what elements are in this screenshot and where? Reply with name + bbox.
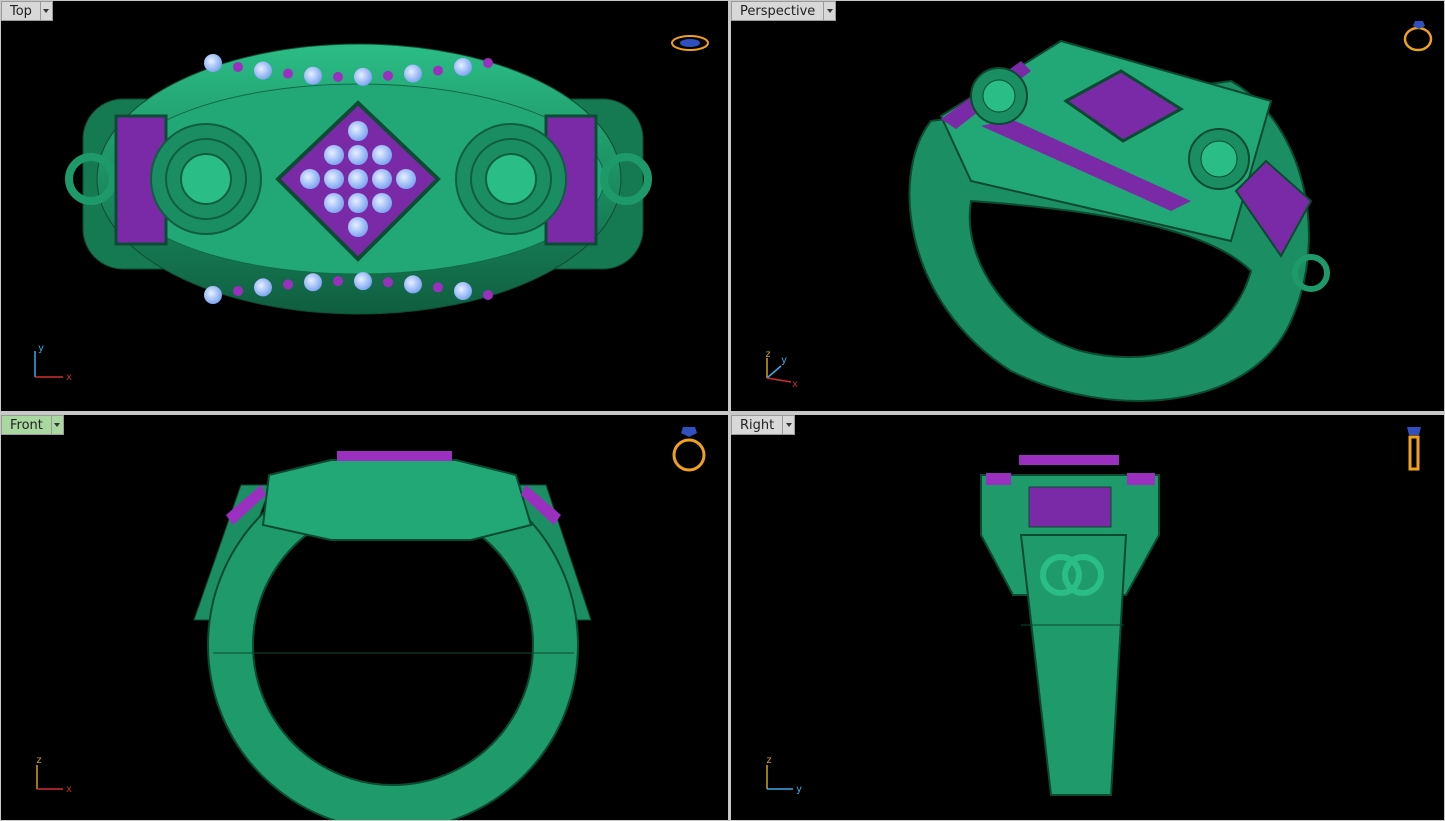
gem-stone — [348, 193, 368, 213]
pave-stone — [283, 68, 293, 79]
pave-stone — [333, 276, 343, 287]
pave-stone — [354, 272, 372, 291]
pave-stone — [454, 57, 472, 76]
pave-stone — [204, 286, 222, 304]
chevron-down-icon[interactable] — [823, 1, 837, 21]
gem-stone — [372, 145, 392, 165]
chevron-down-icon[interactable] — [39, 1, 53, 21]
viewport-perspective[interactable]: Perspective z y x — [731, 1, 1444, 411]
svg-text:z: z — [36, 755, 42, 766]
gem-stone — [348, 145, 368, 165]
svg-text:z: z — [765, 349, 771, 360]
gem-stone — [300, 169, 320, 189]
ring-top-view[interactable] — [1, 1, 728, 411]
pave-stone — [333, 71, 343, 82]
pave-stone — [233, 286, 243, 297]
axis-indicator-top: y x — [34, 343, 72, 383]
axis-indicator-perspective: z y x — [765, 349, 798, 390]
gem-stone — [348, 217, 368, 237]
gem-stone — [372, 193, 392, 213]
gem-stone — [372, 169, 392, 189]
pave-stone — [304, 273, 322, 292]
svg-text:y: y — [38, 343, 44, 354]
pave-stone — [433, 65, 443, 76]
pave-stone — [354, 67, 372, 86]
pave-stone — [433, 282, 443, 293]
axis-indicator-front: z x — [36, 755, 72, 795]
svg-text:y: y — [796, 784, 802, 795]
pave-stone — [254, 278, 272, 297]
gem-stone — [324, 145, 344, 165]
pave-stone — [483, 290, 493, 300]
pave-stone — [204, 54, 222, 72]
viewport-tab-top[interactable]: Top — [1, 1, 53, 21]
viewport-tab-perspective[interactable]: Perspective — [731, 1, 837, 21]
chevron-down-icon[interactable] — [782, 415, 796, 435]
viewport-tab-front[interactable]: Front — [1, 415, 64, 435]
pave-stone — [254, 61, 272, 80]
pave-stone — [404, 275, 422, 294]
viewport-front[interactable]: Front z x — [1, 415, 728, 820]
ring-perspective-view[interactable] — [731, 1, 1444, 411]
axis-indicator-right: z y — [766, 755, 802, 795]
chevron-down-icon[interactable] — [50, 415, 64, 435]
pave-stone — [454, 282, 472, 301]
pave-stone — [233, 61, 243, 72]
viewport-tab-label: Right — [731, 415, 783, 435]
viewport-top[interactable]: Top y x — [1, 1, 728, 411]
pave-stone — [404, 64, 422, 83]
viewport-right[interactable]: Right z y — [731, 415, 1444, 820]
ring-front-orientation-icon — [672, 427, 706, 472]
ring-perspective-orientation-icon — [1403, 21, 1433, 52]
svg-text:z: z — [766, 755, 772, 766]
gem-stone — [324, 169, 344, 189]
pave-stone — [483, 58, 493, 68]
pave-stone — [383, 277, 393, 288]
svg-text:x: x — [66, 784, 72, 795]
svg-text:y: y — [781, 355, 787, 366]
svg-text:x: x — [66, 372, 72, 383]
svg-text:x: x — [792, 379, 798, 390]
ring-side-orientation-icon — [1407, 427, 1421, 471]
pave-stone — [283, 279, 293, 290]
viewport-tab-label: Top — [1, 1, 40, 21]
gem-stone — [348, 169, 368, 189]
ring-front-view[interactable] — [1, 415, 728, 820]
viewport-tab-right[interactable]: Right — [731, 415, 796, 435]
pave-stone — [383, 70, 393, 81]
gem-stone — [348, 121, 368, 141]
viewport-tab-label: Perspective — [731, 1, 824, 21]
pave-stone — [304, 66, 322, 85]
gem-stone — [324, 193, 344, 213]
viewport-tab-label: Front — [1, 415, 51, 435]
gem-stone — [396, 169, 416, 189]
ring-top-orientation-icon — [671, 35, 709, 51]
ring-side-view[interactable] — [731, 415, 1444, 820]
